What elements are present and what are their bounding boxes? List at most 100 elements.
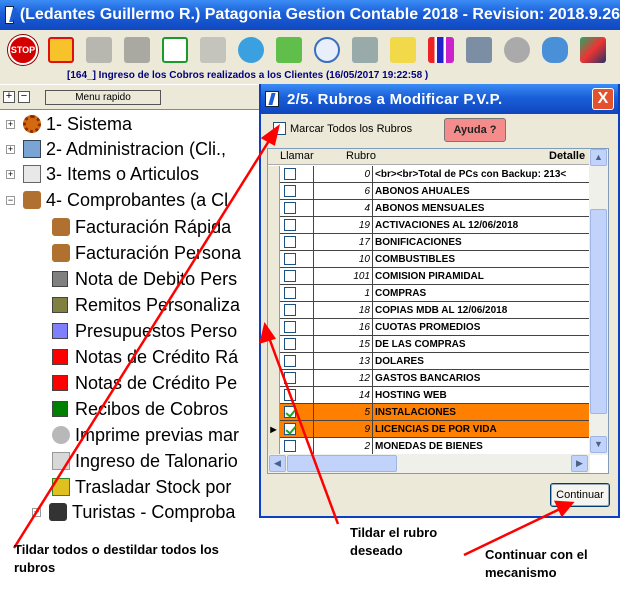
- scroll-thumb[interactable]: [287, 455, 397, 472]
- select-all-checkbox[interactable]: Marcar Todos los Rubros: [273, 122, 412, 135]
- tree-item-administracion[interactable]: + 2- Administracion (Cli.,: [6, 137, 226, 161]
- row-check-cell[interactable]: [280, 285, 314, 302]
- tree-item-notas-credito-rapida[interactable]: Notas de Crédito Rá: [52, 345, 238, 369]
- scroll-right-icon[interactable]: ▶: [571, 455, 588, 472]
- table-row[interactable]: 19 ACTIVACIONES AL 12/06/2018: [268, 217, 590, 234]
- table-row[interactable]: 6 ABONOS AHUALES: [268, 183, 590, 200]
- table-row[interactable]: ▶ 9 LICENCIAS DE POR VIDA: [268, 421, 590, 438]
- tree-item-trasladar-stock[interactable]: Trasladar Stock por: [52, 475, 231, 499]
- scroll-left-icon[interactable]: ◀: [269, 455, 286, 472]
- checkbox[interactable]: [284, 355, 296, 367]
- checkbox[interactable]: [284, 423, 296, 435]
- checkbox[interactable]: [284, 389, 296, 401]
- circle-icon[interactable]: [500, 33, 534, 67]
- checkbox[interactable]: [284, 321, 296, 333]
- table-row[interactable]: 12 GASTOS BANCARIOS: [268, 370, 590, 387]
- checkbox[interactable]: [284, 185, 296, 197]
- table-row[interactable]: 17 BONIFICACIONES: [268, 234, 590, 251]
- tree-item-sistema[interactable]: + 1- Sistema: [6, 112, 132, 136]
- collapse-all-button[interactable]: −: [18, 91, 30, 103]
- gift-icon[interactable]: [44, 33, 78, 67]
- column-header-detalle[interactable]: Detalle: [549, 150, 585, 162]
- expand-all-button[interactable]: +: [3, 91, 15, 103]
- table-row[interactable]: 10 COMBUSTIBLES: [268, 251, 590, 268]
- table-row[interactable]: 13 DOLARES: [268, 353, 590, 370]
- checkbox[interactable]: [284, 270, 296, 282]
- expand-icon[interactable]: +: [6, 144, 15, 154]
- row-check-cell[interactable]: [280, 438, 314, 455]
- table-row[interactable]: 16 CUOTAS PROMEDIOS: [268, 319, 590, 336]
- tree-item-presupuestos[interactable]: Presupuestos Perso: [52, 319, 237, 343]
- person-icon[interactable]: [272, 33, 306, 67]
- row-check-cell[interactable]: [280, 370, 314, 387]
- tree-item-facturacion-rapida[interactable]: Facturación Rápida: [52, 215, 231, 239]
- scroll-up-icon[interactable]: ▲: [590, 149, 607, 166]
- row-check-cell[interactable]: [280, 234, 314, 251]
- row-check-cell[interactable]: [280, 404, 314, 421]
- row-check-cell[interactable]: [280, 217, 314, 234]
- tree-item-turistas[interactable]: + Turistas - Comproba: [32, 500, 235, 524]
- table-row[interactable]: 0 <br><br>Total de PCs con Backup: 213<: [268, 166, 590, 183]
- checkbox[interactable]: [284, 304, 296, 316]
- table-row[interactable]: 14 HOSTING WEB: [268, 387, 590, 404]
- column-header-rubro[interactable]: Rubro: [346, 150, 376, 162]
- tree-item-recibos-cobros[interactable]: Recibos de Cobros: [52, 397, 228, 421]
- tree-item-facturacion-personalizada[interactable]: Facturación Persona: [52, 241, 241, 265]
- expand-icon[interactable]: +: [32, 507, 41, 517]
- row-check-cell[interactable]: [280, 353, 314, 370]
- table-row[interactable]: 4 ABONOS MENSUALES: [268, 200, 590, 217]
- clock-icon[interactable]: [310, 33, 344, 67]
- expand-icon[interactable]: +: [6, 169, 15, 179]
- tree-item-ingreso-talonario[interactable]: Ingreso de Talonario: [52, 449, 238, 473]
- row-check-cell[interactable]: [280, 336, 314, 353]
- row-check-cell[interactable]: [280, 319, 314, 336]
- scroll-thumb[interactable]: [590, 209, 607, 414]
- globe-icon[interactable]: [234, 33, 268, 67]
- table-row[interactable]: 1 COMPRAS: [268, 285, 590, 302]
- horizontal-scrollbar[interactable]: ◀ ▶: [268, 454, 590, 473]
- cloud-icon[interactable]: [538, 33, 572, 67]
- tag-icon[interactable]: [386, 33, 420, 67]
- tree-item-notas-credito-personalizada[interactable]: Notas de Crédito Pe: [52, 371, 237, 395]
- tree-item-items[interactable]: + 3- Items o Articulos: [6, 162, 199, 186]
- table-row[interactable]: 5 INSTALACIONES: [268, 404, 590, 421]
- row-check-cell[interactable]: [280, 387, 314, 404]
- checkbox[interactable]: [284, 287, 296, 299]
- tree-item-comprobantes[interactable]: − 4- Comprobantes (a Cl: [6, 188, 228, 212]
- row-check-cell[interactable]: [280, 251, 314, 268]
- row-check-cell[interactable]: [280, 302, 314, 319]
- table-row[interactable]: 101 COMISION PIRAMIDAL: [268, 268, 590, 285]
- checkbox[interactable]: [273, 122, 286, 135]
- safe-icon[interactable]: [462, 33, 496, 67]
- continue-button[interactable]: Continuar: [550, 483, 610, 507]
- user-grey-icon[interactable]: [82, 33, 116, 67]
- collapse-icon[interactable]: −: [6, 195, 15, 205]
- printer-icon[interactable]: [348, 33, 382, 67]
- checkbox[interactable]: [284, 202, 296, 214]
- checkbox[interactable]: [284, 372, 296, 384]
- help-button[interactable]: Ayuda ?: [444, 118, 506, 142]
- puzzle-icon[interactable]: [120, 33, 154, 67]
- checkbox[interactable]: [284, 219, 296, 231]
- row-check-cell[interactable]: [280, 183, 314, 200]
- checkbox[interactable]: [284, 253, 296, 265]
- tree-item-imprime-previas[interactable]: Imprime previas mar: [52, 423, 239, 447]
- close-button[interactable]: X: [592, 88, 614, 110]
- photo-icon[interactable]: [576, 33, 610, 67]
- table-row[interactable]: 18 COPIAS MDB AL 12/06/2018: [268, 302, 590, 319]
- row-check-cell[interactable]: [280, 166, 314, 183]
- row-check-cell[interactable]: [280, 421, 314, 438]
- quick-menu-button[interactable]: Menu rapido: [45, 89, 161, 105]
- tools-icon[interactable]: [196, 33, 230, 67]
- checkbox[interactable]: [284, 406, 296, 418]
- table-row[interactable]: 15 DE LAS COMPRAS: [268, 336, 590, 353]
- checkbox[interactable]: [284, 440, 296, 452]
- column-header-llamar[interactable]: Llamar: [280, 150, 314, 162]
- tree-item-nota-debito[interactable]: Nota de Debito Pers: [52, 267, 237, 291]
- stop-icon[interactable]: STOP: [8, 35, 38, 65]
- tree-item-remitos[interactable]: Remitos Personaliza: [52, 293, 240, 317]
- bar-chart-icon[interactable]: [424, 33, 458, 67]
- row-check-cell[interactable]: [280, 200, 314, 217]
- checkbox[interactable]: [284, 236, 296, 248]
- expand-icon[interactable]: +: [6, 119, 15, 129]
